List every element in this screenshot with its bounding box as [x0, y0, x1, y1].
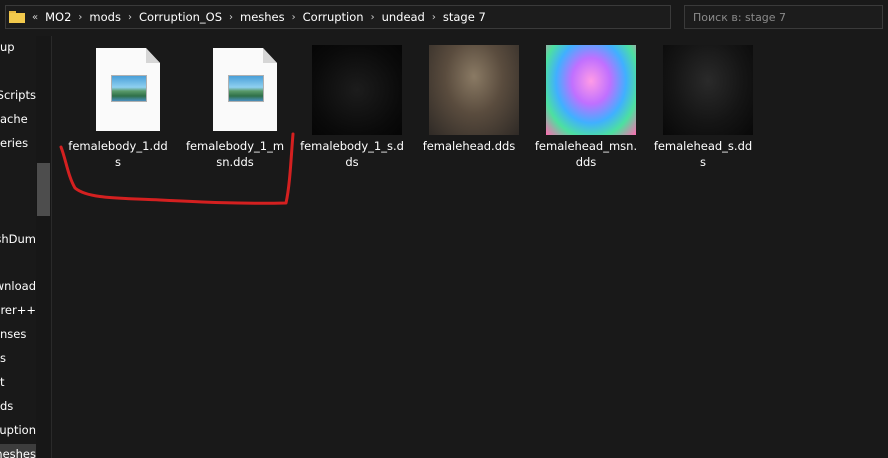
- file-name: femalebody_1.dds: [68, 139, 168, 169]
- file-item[interactable]: femalebody_1_s.dds: [296, 42, 408, 170]
- nav-item[interactable]: eries: [0, 133, 36, 153]
- nav-item-selected[interactable]: meshes: [0, 444, 36, 458]
- file-item[interactable]: femalehead.dds: [413, 42, 525, 154]
- address-bar-row: « MO2 › mods › Corruption_OS › meshes › …: [0, 0, 888, 36]
- breadcrumb-corruption-os[interactable]: Corruption_OS: [139, 10, 222, 24]
- nav-item[interactable]: Scripts: [0, 85, 36, 105]
- nav-item[interactable]: lorer++: [0, 300, 36, 320]
- file-item[interactable]: femalebody_1_msn.dds: [179, 42, 291, 170]
- overflow-chevron-icon[interactable]: «: [32, 12, 38, 23]
- nav-item[interactable]: orruption: [0, 420, 36, 440]
- search-input[interactable]: [685, 6, 882, 28]
- image-file-icon: [62, 42, 174, 134]
- file-view: femalebody_1.dds femalebody_1_msn.dds fe…: [52, 36, 888, 458]
- nav-item[interactable]: ache: [0, 109, 36, 129]
- file-name: femalebody_1_s.dds: [300, 139, 404, 169]
- folder-icon: [9, 11, 25, 23]
- search-box[interactable]: [684, 5, 883, 29]
- navigation-pane: up Scripts ache eries shDum wnload lorer…: [0, 36, 52, 458]
- nav-item[interactable]: s: [0, 348, 36, 368]
- nav-item[interactable]: up: [0, 37, 36, 57]
- file-name: femalehead_msn.dds: [534, 139, 638, 169]
- texture-thumbnail-normal-map: [546, 45, 636, 135]
- file-item[interactable]: femalehead_s.dds: [647, 42, 759, 170]
- nav-item[interactable]: nses: [0, 324, 36, 344]
- nav-item[interactable]: wnload: [0, 276, 36, 296]
- breadcrumb-meshes[interactable]: meshes: [240, 10, 285, 24]
- breadcrumb-mo2[interactable]: MO2: [45, 10, 71, 24]
- breadcrumb-mods[interactable]: mods: [89, 10, 121, 24]
- scrollbar-thumb[interactable]: [37, 163, 50, 216]
- texture-thumbnail-specular: [663, 45, 753, 135]
- nav-item[interactable]: ds: [0, 396, 36, 416]
- chevron-right-icon[interactable]: ›: [432, 12, 436, 23]
- file-name: femalehead_s.dds: [653, 139, 753, 169]
- image-file-icon: [179, 42, 291, 134]
- breadcrumb-stage-7[interactable]: stage 7: [443, 10, 486, 24]
- texture-thumbnail-head: [429, 45, 519, 135]
- chevron-right-icon[interactable]: ›: [78, 12, 82, 23]
- chevron-right-icon[interactable]: ›: [371, 12, 375, 23]
- file-name: femalebody_1_msn.dds: [185, 139, 285, 169]
- file-item[interactable]: femalebody_1.dds: [62, 42, 174, 170]
- nav-item[interactable]: t: [0, 372, 36, 392]
- chevron-right-icon[interactable]: ›: [292, 12, 296, 23]
- breadcrumb-undead[interactable]: undead: [382, 10, 425, 24]
- chevron-right-icon[interactable]: ›: [229, 12, 233, 23]
- nav-item[interactable]: shDum: [0, 229, 36, 249]
- chevron-right-icon[interactable]: ›: [128, 12, 132, 23]
- sidebar-scrollbar[interactable]: [36, 36, 51, 458]
- texture-thumbnail-dark: [312, 45, 402, 135]
- breadcrumb-corruption[interactable]: Corruption: [303, 10, 364, 24]
- file-name: femalehead.dds: [422, 139, 516, 153]
- address-bar[interactable]: « MO2 › mods › Corruption_OS › meshes › …: [5, 5, 671, 29]
- file-item[interactable]: femalehead_msn.dds: [530, 42, 642, 170]
